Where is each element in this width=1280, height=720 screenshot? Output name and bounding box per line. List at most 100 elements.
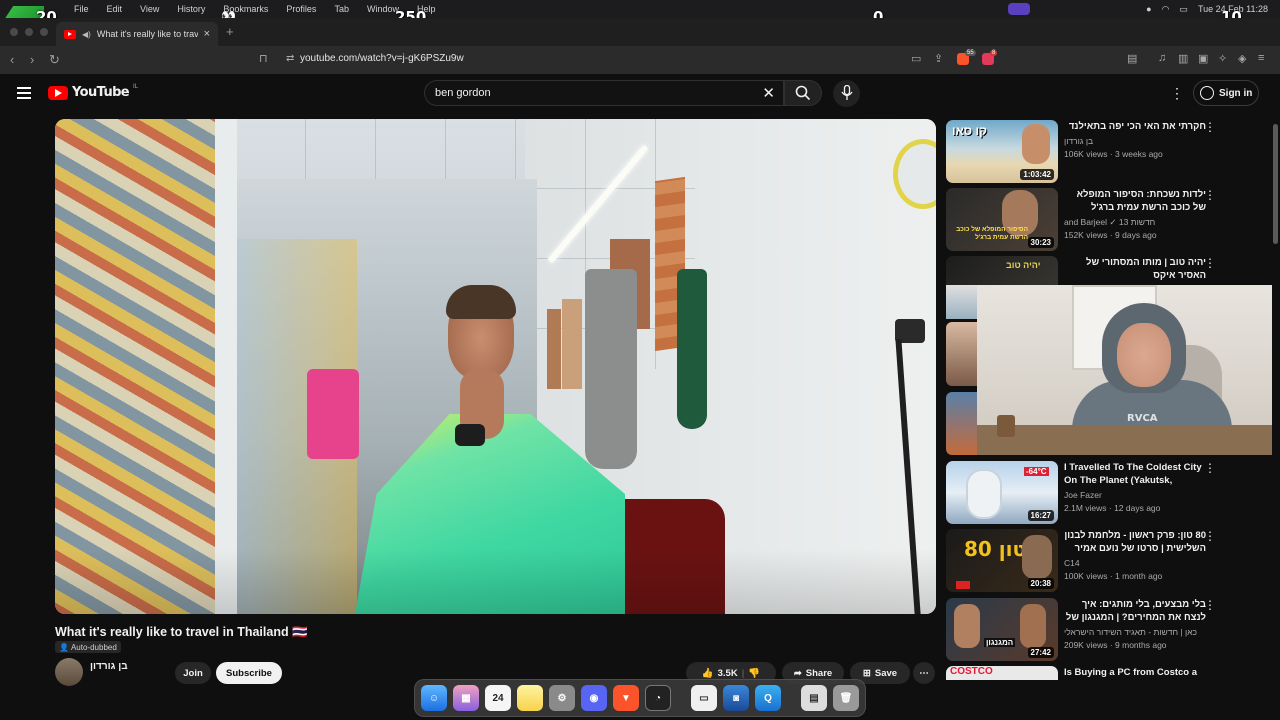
channel-name[interactable]: Joe Fazer — [1064, 490, 1102, 500]
menu-profiles[interactable]: Profiles — [286, 4, 316, 14]
new-tab-button[interactable]: + — [226, 24, 234, 39]
system-settings-icon[interactable]: ⚙ — [549, 685, 575, 711]
vpn-shield-icon[interactable]: ◈ — [1238, 52, 1246, 65]
channel-name[interactable]: כאן | חדשות - תאגיד השידור הישראלי — [1064, 627, 1197, 637]
bookmark-icon[interactable]: ⊓ — [259, 52, 268, 65]
hidden-thumbnail[interactable] — [946, 392, 977, 455]
dislike-icon[interactable]: 👎 — [748, 668, 760, 679]
coin-icon[interactable]: ● — [1146, 4, 1151, 14]
forward-icon[interactable]: › — [30, 52, 34, 67]
leo-ai-icon[interactable]: ✧ — [1218, 52, 1227, 65]
trash-icon[interactable]: 🗑 — [833, 685, 859, 711]
menu-tab[interactable]: Tab — [334, 4, 349, 14]
sign-in-button[interactable]: Sign in — [1193, 80, 1259, 106]
menu-history[interactable]: History — [177, 4, 205, 14]
voice-search-button[interactable] — [833, 80, 860, 107]
brave-browser-icon[interactable]: ▼ — [613, 685, 639, 711]
video-thumbnail[interactable]: קו סאו 1:03:42 — [946, 120, 1058, 183]
search-input[interactable]: ben gordon — [435, 87, 491, 99]
wallet-icon[interactable]: ▣ — [1198, 52, 1208, 65]
video-thumbnail[interactable]: -64°C 16:27 — [946, 461, 1058, 524]
recommended-video[interactable]: הסיפור המופלא של כוכב הרשת עמית ברג'ל 30… — [946, 188, 1266, 252]
discord-icon[interactable]: ◉ — [581, 685, 607, 711]
reload-icon[interactable]: ↻ — [49, 52, 60, 68]
channel-name[interactable]: C14 — [1064, 558, 1080, 568]
channel-avatar[interactable] — [55, 658, 83, 686]
safari-like-icon[interactable]: Q — [755, 685, 781, 711]
like-count[interactable]: 3.5K — [718, 668, 738, 679]
finder-doc-icon[interactable]: ▭ — [691, 685, 717, 711]
video-title[interactable]: Is Buying a PC from Costco a — [1064, 666, 1206, 679]
video-title[interactable]: 80 טון: פרק ראשון - מלחמת לבנון השלישית … — [1064, 529, 1206, 555]
url-field[interactable]: youtube.com/watch?v=j-gK6PSZu9w — [300, 53, 464, 64]
sidebar-toggle-icon[interactable]: ▥ — [1178, 52, 1188, 65]
speaker-icon[interactable]: ◀) — [82, 30, 91, 39]
launchpad-icon[interactable]: ▦ — [453, 685, 479, 711]
hidden-thumbnail[interactable] — [946, 285, 977, 319]
video-title[interactable]: יהיה טוב | מותו המסתורי של האסיר איקס — [1064, 256, 1206, 282]
hidden-thumbnail[interactable] — [946, 322, 977, 386]
search-button[interactable] — [784, 80, 822, 106]
hamburger-menu-icon[interactable] — [17, 87, 31, 99]
video-thumbnail[interactable]: 80 טון 20:38 — [946, 529, 1058, 592]
subscribe-button[interactable]: Subscribe — [216, 662, 282, 684]
video-thumbnail[interactable]: הסיפור המופלא של כוכב הרשת עמית ברג'ל 30… — [946, 188, 1058, 251]
video-thumbnail[interactable]: המגנגון 27:42 — [946, 598, 1058, 661]
channel-name[interactable]: בן גורדון — [1064, 136, 1093, 146]
control-center-icon[interactable]: ▭ — [1179, 4, 1188, 15]
share-page-icon[interactable]: ⇪ — [934, 52, 943, 65]
join-button[interactable]: Join — [175, 662, 211, 684]
calendar-icon[interactable]: 24 — [485, 685, 511, 711]
reader-mode-icon[interactable]: ▤ — [1127, 52, 1137, 65]
more-options-icon[interactable]: ⋮ — [1204, 598, 1216, 612]
more-options-icon[interactable]: ⋮ — [1204, 188, 1216, 202]
settings-more-icon[interactable]: ⋮ — [1170, 85, 1184, 102]
page-scrollbar[interactable] — [1272, 114, 1280, 680]
minimize-window-button[interactable] — [25, 28, 33, 36]
more-actions-button[interactable]: ⋯ — [913, 662, 935, 684]
video-title[interactable]: חקרתי את האי הכי יפה בתאילנד 🇹🇭 — [1064, 120, 1206, 133]
recommended-video[interactable]: המגנגון 27:42 בלי מבצעים, בלי מותגים: אי… — [946, 598, 1266, 662]
channel-name[interactable]: בן גורדון — [90, 661, 128, 672]
menu-view[interactable]: View — [140, 4, 159, 14]
recommended-video[interactable]: COSTCO Is Buying a PC from Costco a — [946, 666, 1266, 680]
notes-icon[interactable] — [517, 685, 543, 711]
disk-utility-icon[interactable]: ◙ — [723, 685, 749, 711]
finder-icon[interactable]: ☺ — [421, 685, 447, 711]
site-info-icon[interactable]: ⇄ — [286, 53, 294, 64]
scrollbar-thumb[interactable] — [1273, 124, 1278, 244]
tab-youtube[interactable]: ◀) What it's really like to travel × — [56, 22, 218, 46]
search-box[interactable]: ben gordon ✕ — [424, 80, 784, 106]
video-title[interactable]: I Travelled To The Coldest City On The P… — [1064, 461, 1206, 487]
video-title[interactable]: ילדות נשכחת: הסיפור המופלא של כוכב הרשת … — [1064, 188, 1206, 214]
video-title[interactable]: בלי מבצעים, בלי מותגים: איך לנצח את המחי… — [1064, 598, 1206, 624]
obs-icon[interactable]: ◔ — [645, 685, 671, 711]
cast-icon[interactable]: ▭ — [911, 52, 921, 65]
more-options-icon[interactable]: ⋮ — [1204, 256, 1216, 270]
music-icon[interactable]: ♫ — [1158, 52, 1166, 64]
more-options-icon[interactable]: ⋮ — [1204, 461, 1216, 475]
more-options-icon[interactable]: ⋮ — [1204, 529, 1216, 543]
document-icon[interactable]: ▤ — [801, 685, 827, 711]
video-player[interactable] — [55, 119, 936, 614]
back-icon[interactable]: ‹ — [10, 52, 14, 67]
zoom-window-button[interactable] — [40, 28, 48, 36]
more-options-icon[interactable]: ⋮ — [1204, 120, 1216, 134]
recommended-video[interactable]: 80 טון 20:38 80 טון: פרק ראשון - מלחמת ל… — [946, 529, 1266, 593]
video-thumbnail[interactable]: COSTCO — [946, 666, 1058, 680]
menu-file[interactable]: File — [74, 4, 89, 14]
ext-badge-a: 55 — [965, 50, 976, 56]
channel-name[interactable]: and Barjeel ✓ חדשות 13 — [1064, 217, 1155, 228]
browser-menu-icon[interactable]: ≡ — [1258, 52, 1264, 64]
status-pill-icon[interactable] — [1008, 3, 1030, 15]
youtube-logo[interactable]: YouTube IL — [48, 84, 138, 100]
wifi-icon[interactable]: ◠ — [1162, 4, 1170, 15]
menu-edit[interactable]: Edit — [107, 4, 123, 14]
recommended-video[interactable]: קו סאו 1:03:42 חקרתי את האי הכי יפה בתאי… — [946, 120, 1266, 184]
duration-badge: 1:03:42 — [1020, 169, 1054, 180]
close-window-button[interactable] — [10, 28, 18, 36]
like-icon[interactable]: 👍 — [702, 668, 714, 679]
clear-search-icon[interactable]: ✕ — [762, 84, 775, 102]
recommended-video[interactable]: -64°C 16:27 I Travelled To The Coldest C… — [946, 461, 1266, 525]
tab-close-icon[interactable]: × — [204, 28, 210, 40]
